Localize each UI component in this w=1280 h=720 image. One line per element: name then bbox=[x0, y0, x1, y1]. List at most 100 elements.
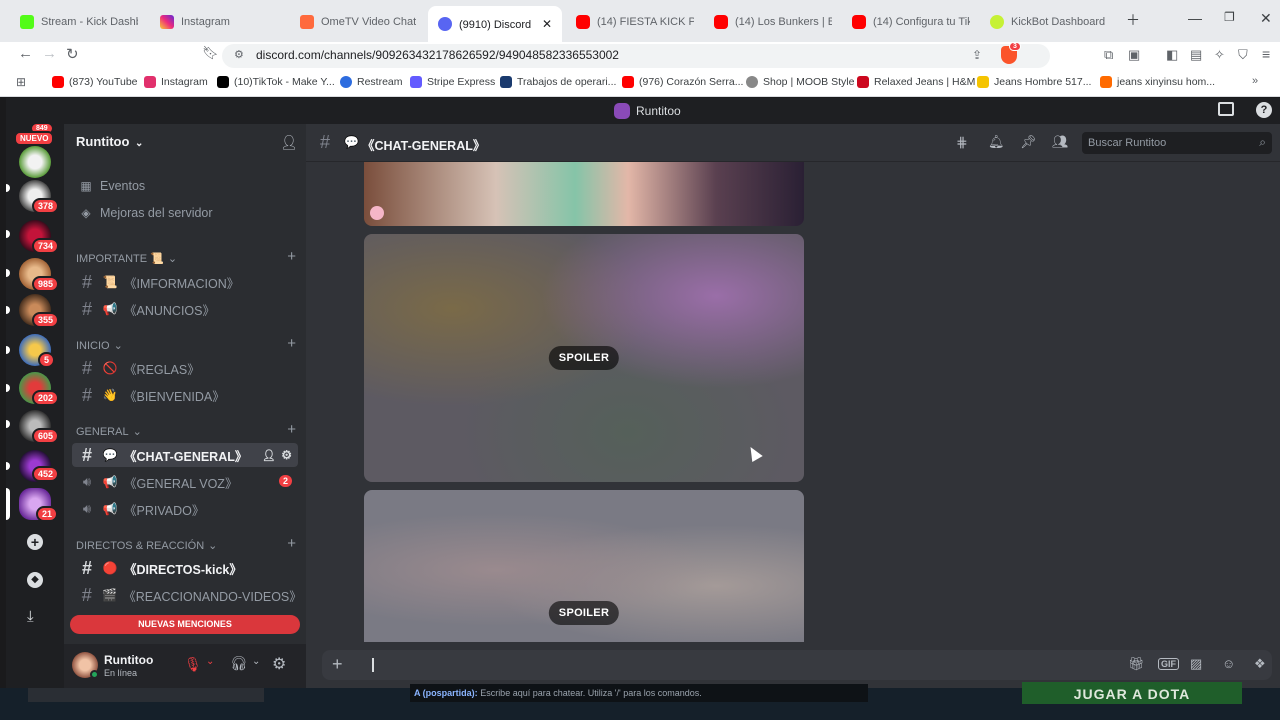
close-tab-icon[interactable]: ✕ bbox=[542, 17, 552, 31]
image-attachment[interactable] bbox=[364, 162, 804, 226]
channel-item-unread[interactable]: # 🔴 《DIRECTOS-kick》 bbox=[72, 556, 298, 580]
browser-tab[interactable]: Instagram bbox=[150, 8, 288, 36]
close-window-icon[interactable]: ✕ bbox=[1260, 10, 1272, 27]
leo-ai-icon[interactable]: ✧ bbox=[1214, 47, 1225, 63]
add-channel-icon[interactable]: + bbox=[287, 335, 296, 352]
bookmark-item[interactable]: Trabajos de operari... bbox=[500, 76, 616, 88]
bookmarks-bar: ⊞ (873) YouTube Instagram (10)TikTok - M… bbox=[0, 70, 1280, 97]
bookmark-page-icon[interactable]: 🔖︎ bbox=[202, 45, 219, 61]
chevron-down-icon[interactable]: ⌄ bbox=[252, 656, 260, 667]
browser-tab[interactable]: OmeTV Video Chat bbox=[290, 8, 428, 36]
site-info-icon[interactable]: ⚙ bbox=[234, 48, 244, 61]
reading-list-icon[interactable]: ▤ bbox=[1190, 47, 1202, 63]
category-importante[interactable]: IMPORTANTE 📜 ⌄ bbox=[76, 252, 177, 265]
add-channel-icon[interactable]: + bbox=[287, 421, 296, 438]
bell-icon[interactable]: 🔔︎ bbox=[988, 134, 1005, 150]
spoiler-image[interactable]: SPOILER bbox=[364, 490, 804, 642]
channel-item[interactable]: # 🎬 《REACCIONANDO-VIDEOS》 bbox=[72, 583, 302, 607]
channel-name: 《CHAT-GENERAL》 bbox=[124, 449, 248, 464]
channel-item[interactable]: # 🚫 《REGLAS》 bbox=[72, 356, 298, 380]
bookmark-item[interactable]: Shop | MOOB Style bbox=[746, 76, 854, 88]
youtube-icon bbox=[52, 76, 64, 88]
sticker-icon[interactable]: ▨ bbox=[1190, 656, 1202, 672]
browser-tab[interactable]: Stream - Kick Dashb bbox=[10, 8, 148, 36]
bookmark-item[interactable]: Stripe Express bbox=[410, 76, 495, 88]
voice-channel-item[interactable]: 🔊︎ 📢 《PRIVADO》 bbox=[72, 497, 298, 521]
wallet-icon[interactable]: ▣ bbox=[1128, 47, 1140, 63]
bookmark-item[interactable]: Jeans Hombre 517... bbox=[977, 76, 1091, 88]
add-channel-icon[interactable]: + bbox=[287, 248, 296, 265]
browser-tab-active[interactable]: (9910) Discord | #💬 ✕ bbox=[428, 6, 562, 42]
create-invite-icon[interactable]: 👤︎ bbox=[262, 449, 276, 462]
search-input[interactable]: Buscar Runtitoo ⌕ bbox=[1082, 132, 1272, 154]
vpn-icon[interactable]: ⛉ bbox=[1238, 47, 1248, 63]
new-mentions-button[interactable]: NUEVAS MENCIONES bbox=[70, 615, 300, 634]
spoiler-image[interactable]: SPOILER bbox=[364, 234, 804, 482]
browser-tab[interactable]: (14) FIESTA KICK PERU bbox=[566, 8, 704, 36]
inbox-icon[interactable] bbox=[1218, 102, 1234, 116]
browser-tab[interactable]: (14) Los Bunkers | Baila bbox=[704, 8, 842, 36]
more-bookmarks-icon[interactable]: » bbox=[1252, 75, 1258, 87]
channel-item[interactable]: # 📜 《IMFORMACION》 bbox=[72, 270, 298, 294]
channel-item[interactable]: # 📢 《ANUNCIOS》 bbox=[72, 297, 298, 321]
gif-icon[interactable]: GIF bbox=[1158, 658, 1179, 670]
threads-icon[interactable]: ⋕ bbox=[956, 134, 968, 151]
chat-prefix: A (pospartida): bbox=[414, 688, 478, 698]
bookmark-item[interactable]: Relaxed Jeans | H&M bbox=[857, 76, 975, 88]
add-server-icon[interactable]: + bbox=[27, 534, 43, 550]
share-icon[interactable]: ⇪ bbox=[972, 48, 982, 62]
category-directos[interactable]: DIRECTOS & REACCIÓN ⌄ bbox=[76, 539, 217, 553]
new-tab-icon[interactable]: ＋ bbox=[1126, 10, 1140, 30]
bookmark-item[interactable]: (10)TikTok - Make Y... bbox=[217, 76, 335, 88]
add-channel-icon[interactable]: + bbox=[287, 535, 296, 552]
sidebar-toggle-icon[interactable]: ◧ bbox=[1166, 47, 1178, 63]
download-icon[interactable]: ⤓ bbox=[27, 608, 34, 625]
gift-icon[interactable]: 🎁︎ bbox=[1128, 656, 1145, 672]
message-composer[interactable]: + 🎁︎ GIF ▨ ☺ ❖ bbox=[322, 650, 1272, 680]
avatar[interactable] bbox=[72, 652, 99, 679]
unread-pill bbox=[6, 420, 10, 428]
bookmark-item[interactable]: (873) YouTube bbox=[52, 76, 138, 88]
server-header[interactable]: Runtitoo ⌄ bbox=[76, 134, 143, 149]
browser-tab[interactable]: (14) Configura tu TikTo bbox=[842, 8, 980, 36]
pin-icon[interactable]: 📌︎ bbox=[1020, 134, 1037, 150]
browser-tab[interactable]: KickBot Dashboard bbox=[980, 8, 1118, 36]
restore-icon[interactable]: ❐ bbox=[1224, 10, 1235, 24]
forward-icon[interactable]: → bbox=[42, 45, 57, 62]
brave-shield-icon[interactable]: 3 bbox=[1001, 42, 1021, 64]
bookmark-item[interactable]: jeans xinyinsu hom... bbox=[1100, 76, 1215, 88]
member-list-icon[interactable]: 👥︎ bbox=[1052, 134, 1069, 150]
back-icon[interactable]: ← bbox=[18, 45, 33, 62]
invite-people-icon[interactable]: 👤︎ bbox=[280, 134, 298, 151]
explore-icon[interactable]: ◆ bbox=[27, 572, 43, 588]
url-field[interactable]: ⚙ discord.com/channels/90926343217862659… bbox=[222, 44, 1050, 68]
bookmark-item[interactable]: (976) Corazón Serra... bbox=[622, 76, 743, 88]
channel-emoji: 🚫 bbox=[102, 361, 118, 375]
bookmark-item[interactable]: Restream bbox=[340, 76, 403, 88]
category-inicio[interactable]: INICIO ⌄ bbox=[76, 339, 123, 353]
server-icon[interactable] bbox=[19, 146, 51, 178]
emoji-icon[interactable]: ☺ bbox=[1222, 656, 1235, 671]
menu-icon[interactable]: ≡ bbox=[1262, 46, 1270, 62]
bookmark-item[interactable]: Instagram bbox=[144, 76, 208, 88]
channel-item-selected[interactable]: # 💬 《CHAT-GENERAL》 👤︎ ⚙ bbox=[72, 443, 298, 467]
minimize-icon[interactable]: — bbox=[1188, 10, 1202, 26]
extensions-icon[interactable]: ⧉ bbox=[1104, 47, 1113, 63]
channel-item[interactable]: # 👋 《BIENVENIDA》 bbox=[72, 383, 298, 407]
game-chat-bar[interactable]: A (pospartida): Escribe aquí para chatea… bbox=[410, 684, 868, 702]
voice-channel-item[interactable]: 🔊︎ 📢 《GENERAL VOZ》 2 bbox=[72, 470, 298, 494]
apps-grid-icon[interactable]: ⊞ bbox=[16, 75, 26, 89]
events-item[interactable]: ▦ Eventos bbox=[72, 174, 298, 198]
reload-icon[interactable]: ↻ bbox=[66, 45, 79, 63]
help-icon[interactable]: ? bbox=[1256, 102, 1272, 118]
chevron-down-icon[interactable]: ⌄ bbox=[206, 656, 214, 667]
gear-icon[interactable]: ⚙ bbox=[281, 448, 292, 462]
category-general[interactable]: GENERAL ⌄ bbox=[76, 425, 142, 439]
server-boost-item[interactable]: ◈ Mejoras del servidor bbox=[72, 201, 298, 225]
muted-mic-icon[interactable]: 🎙︎ bbox=[184, 656, 202, 673]
attach-plus-icon[interactable]: + bbox=[332, 654, 343, 675]
headphones-icon[interactable]: 🎧︎ bbox=[230, 655, 248, 672]
apps-icon[interactable]: ❖ bbox=[1254, 656, 1266, 672]
play-dota-button[interactable]: JUGAR A DOTA bbox=[1022, 682, 1242, 704]
settings-gear-icon[interactable]: ⚙ bbox=[272, 654, 286, 674]
